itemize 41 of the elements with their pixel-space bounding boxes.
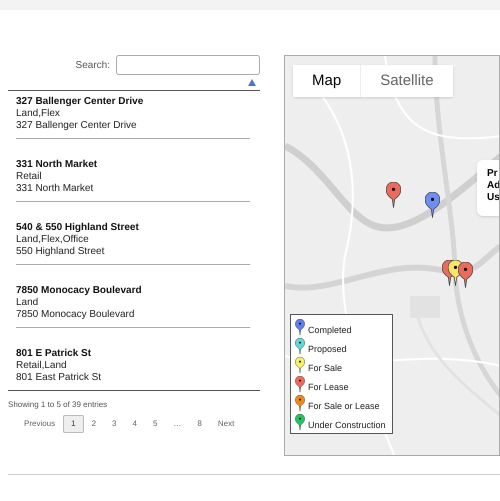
listing-title[interactable]: 540 & 550 Highland Street (16, 222, 250, 234)
listing-address: 7850 Monocacy Boulevard (16, 309, 136, 321)
legend-label: For Lease (308, 382, 349, 393)
page-button[interactable]: 3 (104, 415, 124, 433)
page-button[interactable]: 2 (84, 415, 104, 433)
page-button[interactable]: 1 (63, 415, 84, 433)
page-button[interactable]: … (165, 415, 190, 433)
listing-types: Land,Flex,Office (16, 234, 90, 246)
listing-address: 331 North Market (16, 183, 94, 195)
search-field[interactable] (116, 55, 260, 75)
legend-label: Under Construction (308, 420, 386, 431)
sort-arrow-icon[interactable] (248, 79, 256, 86)
listing-title[interactable]: 327 Ballenger Center Drive (16, 96, 250, 108)
listing-title[interactable]: 801 E Patrick St (16, 348, 250, 360)
listing-address: 801 East Patrick St (16, 372, 102, 384)
map-type-tab[interactable]: Map (293, 65, 360, 97)
legend-label: For Sale (308, 363, 342, 374)
page-button[interactable]: 5 (144, 415, 166, 433)
page-button[interactable]: 8 (189, 415, 210, 433)
listing-title[interactable]: 331 North Market (16, 159, 250, 171)
listing-address: 327 Ballenger Center Drive (16, 120, 138, 132)
listing-types: Land,Flex (16, 108, 61, 120)
map-pin-icon[interactable] (458, 262, 473, 289)
info-text: Us (487, 192, 499, 204)
page-button[interactable]: Previous (16, 415, 64, 433)
info-text: Pr (487, 168, 499, 180)
listing-types: Retail,Land (16, 360, 68, 372)
entries-info: Showing 1 to 5 of 39 entries (8, 399, 108, 411)
map-pin-icon[interactable] (425, 192, 440, 219)
page-button[interactable]: Next (210, 415, 242, 433)
listing-title[interactable]: 7850 Monocacy Boulevard (16, 285, 250, 297)
legend-label: Proposed (308, 344, 347, 355)
legend-label: Completed (308, 325, 352, 336)
listing-types: Land (16, 297, 40, 309)
listing-types: Retail (16, 171, 43, 183)
map-type-tab[interactable]: Satellite (360, 65, 453, 97)
map-pin-icon[interactable] (386, 182, 401, 209)
search-label: Search: (76, 58, 110, 72)
legend-label: For Sale or Lease (308, 401, 380, 412)
page-button[interactable]: 4 (124, 415, 145, 433)
listing-address: 550 Highland Street (16, 246, 106, 258)
